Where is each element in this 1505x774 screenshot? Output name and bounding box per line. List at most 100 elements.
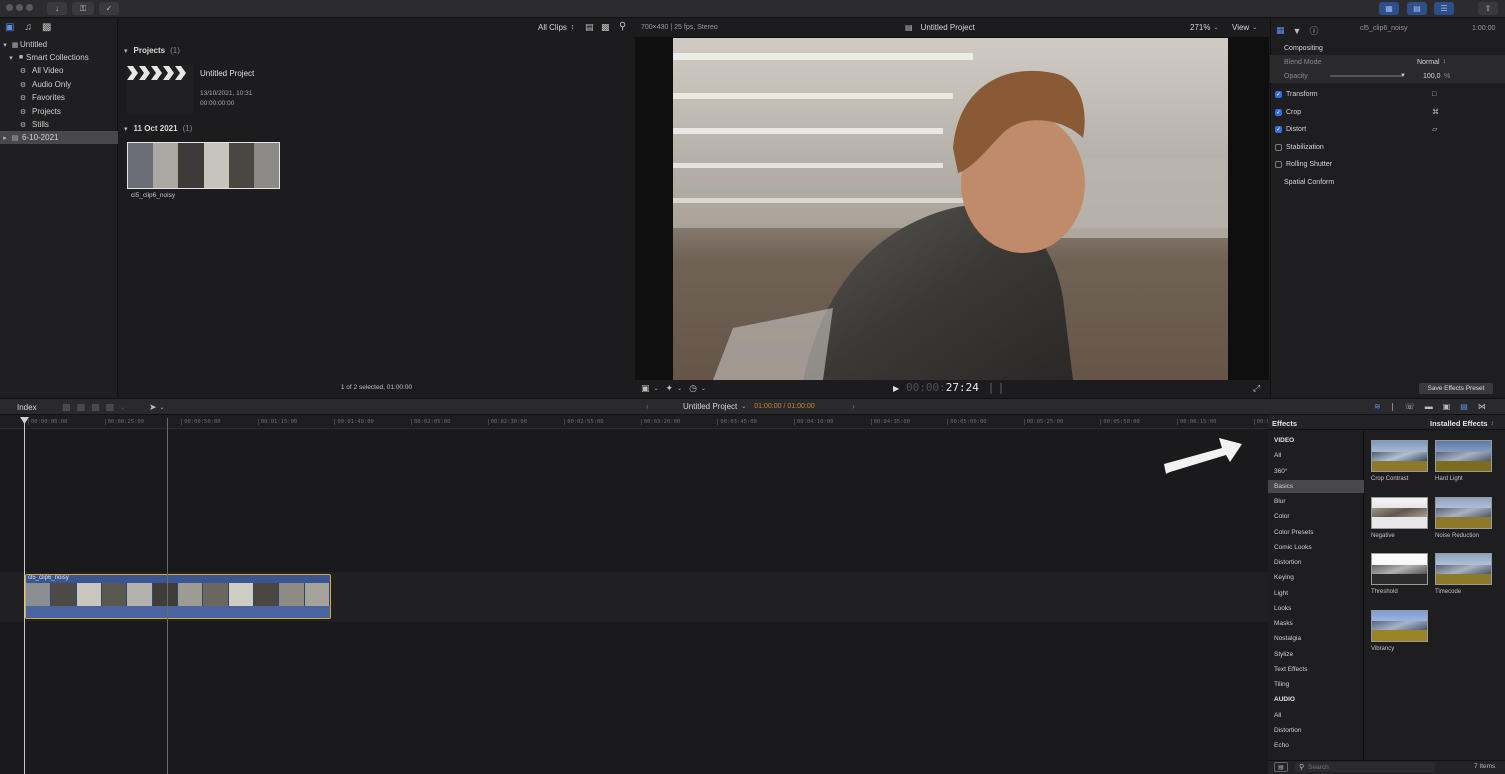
effects-category-item[interactable]: Basics bbox=[1268, 479, 1364, 493]
smart-collection-projects[interactable]: ⚙ Projects bbox=[0, 105, 118, 118]
snapping-icon[interactable]: ∣ bbox=[1391, 402, 1395, 411]
opacity-slider[interactable] bbox=[1330, 75, 1402, 77]
playhead[interactable] bbox=[24, 418, 25, 774]
project-thumbnail[interactable] bbox=[127, 65, 193, 115]
rolling-shutter-row[interactable]: Rolling Shutter bbox=[1270, 157, 1505, 171]
disclosure-triangle-icon[interactable]: ▾ bbox=[6, 54, 16, 62]
smart-collection-favorites[interactable]: ⚙ Favorites bbox=[0, 91, 118, 104]
compositing-section[interactable]: Compositing bbox=[1270, 41, 1505, 55]
effects-category-item[interactable]: Stylize bbox=[1268, 648, 1364, 661]
effect-thumbnail[interactable] bbox=[1435, 496, 1492, 529]
effects-category-item[interactable]: Comic Looks bbox=[1268, 541, 1364, 554]
disclosure-triangle-icon[interactable]: ▾ bbox=[124, 47, 128, 55]
effects-category-item[interactable]: Nostalgia bbox=[1268, 632, 1364, 645]
opacity-value[interactable]: 100,0 bbox=[1423, 73, 1441, 80]
effects-search-field[interactable]: ⚲ bbox=[1295, 762, 1435, 772]
effect-thumbnail[interactable] bbox=[1371, 553, 1428, 585]
effects-category-item[interactable]: All bbox=[1268, 709, 1364, 722]
connect-clip-icon[interactable]: ▩ bbox=[62, 402, 71, 413]
timecode-display[interactable]: 00:00: 27:24 bbox=[906, 381, 979, 394]
effects-category-item[interactable]: Text Effects bbox=[1268, 663, 1364, 676]
timeline-clip[interactable]: cl5_clip6_noisy bbox=[25, 574, 331, 619]
index-button[interactable]: Index bbox=[17, 403, 37, 412]
smart-collection-all-video[interactable]: ⚙ All Video bbox=[0, 64, 118, 77]
playhead-marker-icon[interactable] bbox=[20, 417, 29, 425]
view-menu[interactable]: View ⌄ bbox=[1232, 23, 1257, 32]
filter-icon[interactable]: ▼ bbox=[1293, 26, 1302, 36]
transform-icon[interactable]: ▣ bbox=[641, 383, 650, 394]
clip-appearance-icon[interactable]: ▩ bbox=[601, 22, 610, 33]
save-effects-preset-button[interactable]: Save Effects Preset bbox=[1419, 383, 1493, 394]
waveform-icon[interactable]: ≋ bbox=[1374, 402, 1381, 411]
distort-checkbox[interactable]: ✓ bbox=[1275, 125, 1282, 133]
clip-thumbnail[interactable] bbox=[127, 142, 280, 189]
disclosure-triangle-icon[interactable]: ▾ bbox=[124, 125, 128, 133]
keywords-button[interactable]: ⚿ bbox=[72, 2, 94, 15]
video-inspector-icon[interactable]: ▦ bbox=[1276, 25, 1285, 36]
clip-filter-menu[interactable]: All Clips ↕ bbox=[538, 23, 574, 32]
timeline-toggle-button[interactable]: ▤ bbox=[1407, 2, 1427, 15]
select-tool-menu[interactable]: ➤ ⌄ bbox=[149, 402, 165, 413]
fullscreen-icon[interactable]: ⤢ bbox=[1253, 383, 1260, 394]
browser-toggle-button[interactable]: ▦ bbox=[1379, 2, 1399, 15]
back-arrow-icon[interactable]: ‹ bbox=[646, 402, 649, 411]
search-icon[interactable]: ⚲ bbox=[619, 21, 626, 32]
stabilization-row[interactable]: Stabilization bbox=[1270, 140, 1505, 154]
append-clip-icon[interactable]: ▩ bbox=[91, 402, 100, 413]
smart-collection-stills[interactable]: ⚙ Stills bbox=[0, 118, 118, 131]
overwrite-clip-icon[interactable]: ▩ bbox=[106, 402, 115, 413]
close-window-button[interactable] bbox=[6, 4, 13, 11]
effects-category-item[interactable]: All bbox=[1268, 449, 1364, 462]
blend-mode-popup[interactable]: Normal ↕ bbox=[1417, 59, 1446, 66]
crop-checkbox[interactable]: ✓ bbox=[1275, 108, 1282, 116]
projects-section-header[interactable]: ▾ Projects (1) bbox=[124, 46, 180, 55]
solo-icon[interactable]: ▬ bbox=[1425, 402, 1433, 411]
effects-category-item[interactable]: Color bbox=[1268, 510, 1364, 523]
smart-collections-folder[interactable]: ▾ ■ Smart Collections bbox=[0, 51, 118, 64]
effects-category-item[interactable]: Looks bbox=[1268, 602, 1364, 615]
forward-arrow-icon[interactable]: › bbox=[852, 402, 855, 411]
transitions-icon[interactable]: ⋈ bbox=[1478, 402, 1486, 411]
headphones-icon[interactable]: ☏ bbox=[1405, 402, 1415, 411]
speed-gauge-icon[interactable]: ◷ bbox=[689, 383, 697, 394]
import-button[interactable]: ↓ bbox=[47, 2, 67, 15]
slider-knob-icon[interactable]: ▼ bbox=[1400, 73, 1406, 79]
video-frame[interactable] bbox=[673, 38, 1228, 380]
effects-category-item[interactable]: Keying bbox=[1268, 571, 1364, 584]
distort-onscreen-icon[interactable]: ▱ bbox=[1432, 125, 1437, 133]
effects-category-item[interactable]: Light bbox=[1268, 587, 1364, 600]
effects-category-item[interactable]: Tiling bbox=[1268, 678, 1364, 691]
effects-browser-icon[interactable]: ▤ bbox=[1460, 402, 1468, 411]
music-icon[interactable]: ♫ bbox=[24, 22, 32, 33]
share-button[interactable]: ⇧ bbox=[1478, 2, 1498, 15]
project-name[interactable]: Untitled Project bbox=[200, 69, 254, 78]
effects-category-item[interactable]: Distortion bbox=[1268, 724, 1364, 737]
stabilization-checkbox[interactable] bbox=[1275, 143, 1282, 151]
crop-onscreen-icon[interactable]: ⌘ bbox=[1432, 108, 1439, 116]
smart-collection-audio-only[interactable]: ⚙ Audio Only bbox=[0, 78, 118, 91]
transform-onscreen-icon[interactable]: □ bbox=[1432, 91, 1436, 98]
installed-effects-menu[interactable]: Installed Effects ↕ bbox=[1430, 419, 1494, 428]
effects-category-item[interactable]: Masks bbox=[1268, 617, 1364, 630]
transform-checkbox[interactable]: ✓ bbox=[1275, 90, 1282, 98]
effects-category-item[interactable]: 360° bbox=[1268, 465, 1364, 478]
effect-thumbnail[interactable] bbox=[1371, 496, 1428, 529]
effects-category-item[interactable]: Echo bbox=[1268, 739, 1364, 752]
spatial-conform-row[interactable]: Spatial Conform bbox=[1270, 175, 1505, 189]
effects-category-item[interactable]: Distortion bbox=[1268, 556, 1364, 569]
filmstrip-view-icon[interactable]: ▤ bbox=[585, 22, 594, 33]
effects-category-item[interactable]: Color Presets bbox=[1268, 526, 1364, 539]
transform-row[interactable]: ✓ Transform □ bbox=[1270, 87, 1505, 101]
project-menu[interactable]: Untitled Project ⌄ 01:00:00 / 01:00:00 bbox=[683, 402, 815, 411]
clip-appearance-icon[interactable]: ▣ bbox=[1443, 402, 1451, 411]
zoom-window-button[interactable] bbox=[26, 4, 33, 11]
distort-row[interactable]: ✓ Distort ▱ bbox=[1270, 122, 1505, 136]
minimize-window-button[interactable] bbox=[16, 4, 23, 11]
effect-thumbnail[interactable] bbox=[1371, 609, 1428, 642]
effects-category-item[interactable]: Blur bbox=[1268, 495, 1364, 508]
background-tasks-button[interactable]: ✓ bbox=[99, 2, 119, 15]
transform-tools[interactable]: ▣ ⌄ ✦ ⌄ ◷ ⌄ bbox=[641, 383, 706, 394]
effect-thumbnail[interactable] bbox=[1371, 440, 1428, 472]
photos-library-icon[interactable]: ▣ bbox=[5, 22, 14, 33]
library-untitled[interactable]: ▾ ▦ Untitled bbox=[0, 38, 118, 51]
